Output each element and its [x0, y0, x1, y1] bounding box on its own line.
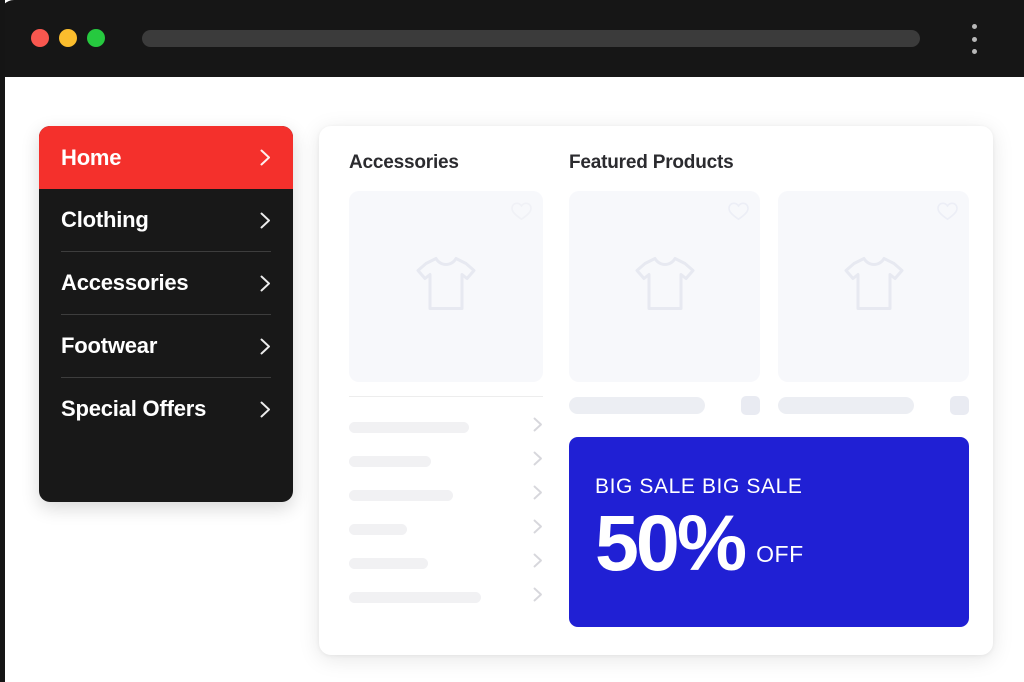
kebab-dot	[972, 49, 977, 54]
page-body: Home Clothing Accessories Footwear Speci…	[5, 77, 1024, 682]
list-item-placeholder	[349, 455, 431, 467]
device-frame-left-edge	[0, 0, 5, 682]
address-bar-input[interactable]	[142, 30, 920, 47]
cart-button[interactable]	[741, 396, 760, 415]
sidebar-item-label: Clothing	[61, 207, 149, 232]
list-item-placeholder	[349, 523, 407, 535]
tshirt-icon	[842, 254, 906, 319]
chevron-right-icon	[533, 417, 543, 437]
heart-icon[interactable]	[511, 202, 532, 226]
cart-button[interactable]	[950, 396, 969, 415]
sidebar-item-label: Home	[61, 144, 122, 170]
kebab-dot	[972, 36, 977, 42]
sidebar-item-home[interactable]: Home	[39, 126, 293, 189]
sale-banner-off-label: OFF	[756, 541, 804, 568]
tshirt-icon	[414, 254, 478, 319]
app-screen: Home Clothing Accessories Footwear Speci…	[0, 0, 1024, 682]
list-item[interactable]	[349, 478, 543, 512]
kebab-dot	[972, 24, 977, 29]
chevron-right-icon	[260, 338, 271, 355]
sale-banner-content: BIG SALE BIG SALE 50% OFF	[595, 475, 953, 587]
sidebar-item-footwear[interactable]: Footwear	[39, 315, 293, 377]
sale-banner-kicker: BIG SALE BIG SALE	[595, 475, 803, 498]
window-controls	[31, 29, 105, 47]
accessories-list	[349, 410, 543, 614]
list-item-placeholder	[349, 421, 469, 433]
sale-banner[interactable]: BIG SALE BIG SALE 50% OFF	[569, 437, 969, 627]
accessories-title: Accessories	[349, 152, 459, 173]
chevron-right-icon	[533, 553, 543, 573]
chevron-right-icon	[533, 451, 543, 471]
chevron-right-icon	[533, 587, 543, 607]
list-separator	[349, 396, 543, 397]
sidebar-item-label: Special Offers	[61, 396, 207, 421]
list-item[interactable]	[349, 580, 543, 614]
chevron-right-icon	[260, 401, 271, 418]
list-item[interactable]	[349, 512, 543, 546]
kebab-menu-icon[interactable]	[969, 24, 980, 54]
close-window-button[interactable]	[31, 29, 49, 47]
featured-products-column: Featured Products BIG SALE BIG SALE 50% …	[569, 152, 969, 627]
featured-products-title: Featured Products	[569, 152, 734, 173]
chevron-right-icon	[260, 275, 271, 292]
sale-banner-percent: 50%	[595, 498, 747, 587]
featured-cards-meta-row	[569, 382, 969, 415]
chevron-right-icon	[533, 519, 543, 539]
heart-icon[interactable]	[937, 202, 958, 226]
chevron-right-icon	[260, 149, 271, 166]
chevron-right-icon	[533, 485, 543, 505]
sale-banner-headline: 50% OFF	[595, 498, 953, 587]
product-meta	[569, 396, 760, 415]
sidebar-item-clothing[interactable]: Clothing	[39, 189, 293, 251]
content-panel: Accessories Featured Products BIG SALE B…	[319, 126, 993, 655]
featured-product-card[interactable]	[778, 191, 969, 382]
sidebar-item-label: Accessories	[61, 270, 189, 295]
list-item[interactable]	[349, 410, 543, 444]
list-item-placeholder	[349, 591, 481, 603]
list-item-placeholder	[349, 489, 453, 501]
maximize-window-button[interactable]	[87, 29, 105, 47]
product-title-placeholder	[778, 397, 914, 414]
sidebar-item-label: Footwear	[61, 333, 158, 358]
list-item[interactable]	[349, 546, 543, 580]
product-title-placeholder	[569, 397, 705, 414]
heart-icon[interactable]	[728, 202, 749, 226]
sidebar-item-accessories[interactable]: Accessories	[39, 252, 293, 314]
accessories-column: Accessories	[349, 152, 543, 614]
tshirt-icon	[633, 254, 697, 319]
minimize-window-button[interactable]	[59, 29, 77, 47]
browser-chrome	[0, 0, 1024, 77]
sidebar-item-special-offers[interactable]: Special Offers	[39, 378, 293, 440]
chevron-right-icon	[260, 212, 271, 229]
product-meta	[778, 396, 969, 415]
accessories-product-card[interactable]	[349, 191, 543, 382]
featured-product-card[interactable]	[569, 191, 760, 382]
list-item-placeholder	[349, 557, 428, 569]
sidebar-nav: Home Clothing Accessories Footwear Speci…	[39, 126, 293, 502]
list-item[interactable]	[349, 444, 543, 478]
featured-cards-row	[569, 191, 969, 382]
